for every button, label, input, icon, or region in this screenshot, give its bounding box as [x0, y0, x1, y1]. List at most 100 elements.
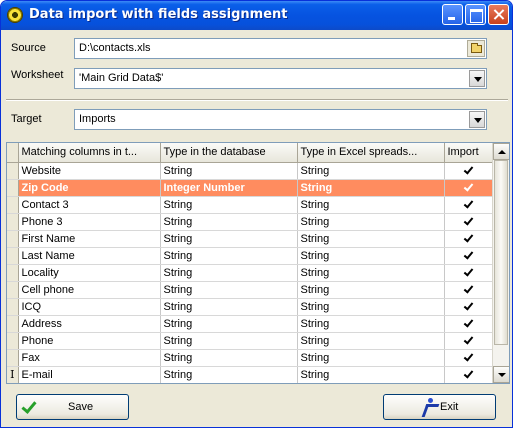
cell-excel-type[interactable]: String — [297, 264, 445, 282]
maximize-button[interactable] — [465, 4, 486, 25]
cell-import[interactable] — [444, 162, 493, 180]
cell-excel-type[interactable]: String — [297, 349, 445, 367]
cell-import[interactable] — [444, 332, 493, 350]
table-row[interactable]: Address String String — [7, 315, 493, 333]
import-checkbox-checked-icon[interactable] — [463, 216, 474, 227]
cell-excel-type[interactable]: String — [297, 230, 445, 248]
cell-matching-column[interactable]: First Name — [18, 230, 161, 248]
cell-matching-column[interactable]: Contact 3 — [18, 196, 161, 214]
table-row[interactable]: Fax String String — [7, 349, 493, 367]
table-row[interactable]: ICQ String String — [7, 298, 493, 316]
scroll-up-button[interactable] — [493, 143, 509, 160]
cell-db-type[interactable]: String — [160, 247, 298, 265]
cell-import[interactable] — [444, 196, 493, 214]
import-checkbox-checked-icon[interactable] — [463, 250, 474, 261]
table-row[interactable]: I E-mail String String — [7, 366, 493, 383]
cell-matching-column[interactable]: Last Name — [18, 247, 161, 265]
exit-button[interactable]: Exit — [383, 394, 496, 420]
column-header-import[interactable]: Import — [444, 143, 493, 163]
cell-matching-column[interactable]: Website — [18, 162, 161, 180]
cell-import[interactable] — [444, 349, 493, 367]
source-path-field[interactable]: D:\contacts.xls — [74, 38, 487, 59]
row-indicator[interactable] — [7, 264, 19, 282]
cell-excel-type[interactable]: String — [297, 162, 445, 180]
import-checkbox-checked-icon[interactable] — [463, 318, 474, 329]
table-row[interactable]: Cell phone String String — [7, 281, 493, 299]
cell-import[interactable] — [444, 179, 493, 197]
table-row[interactable]: Locality String String — [7, 264, 493, 282]
row-indicator[interactable] — [7, 315, 19, 333]
cell-import[interactable] — [444, 213, 493, 231]
cell-db-type[interactable]: String — [160, 281, 298, 299]
table-row[interactable]: Contact 3 String String — [7, 196, 493, 214]
import-checkbox-checked-icon[interactable] — [463, 284, 474, 295]
cell-import[interactable] — [444, 247, 493, 265]
cell-excel-type[interactable]: String — [297, 247, 445, 265]
browse-file-button[interactable] — [467, 40, 485, 57]
cell-db-type[interactable]: String — [160, 264, 298, 282]
row-indicator[interactable] — [7, 298, 19, 316]
cell-db-type[interactable]: String — [160, 162, 298, 180]
cell-matching-column[interactable]: ICQ — [18, 298, 161, 316]
table-row[interactable]: Phone String String — [7, 332, 493, 350]
row-indicator[interactable] — [7, 196, 19, 214]
worksheet-dropdown-icon[interactable] — [469, 70, 485, 87]
row-indicator[interactable]: I — [7, 366, 19, 383]
cell-db-type[interactable]: String — [160, 298, 298, 316]
target-select[interactable]: Imports — [74, 109, 487, 130]
import-checkbox-checked-icon[interactable] — [463, 352, 474, 363]
cell-excel-type[interactable]: String — [297, 281, 445, 299]
cell-excel-type[interactable]: String — [297, 332, 445, 350]
grid-vertical-scrollbar[interactable] — [492, 143, 509, 383]
cell-matching-column[interactable]: Fax — [18, 349, 161, 367]
cell-matching-column[interactable]: Locality — [18, 264, 161, 282]
cell-matching-column[interactable]: Cell phone — [18, 281, 161, 299]
cell-excel-type[interactable]: String — [297, 315, 445, 333]
cell-db-type[interactable]: String — [160, 349, 298, 367]
cell-db-type[interactable]: Integer Number — [160, 179, 298, 197]
row-indicator[interactable] — [7, 332, 19, 350]
cell-db-type[interactable]: String — [160, 196, 298, 214]
cell-db-type[interactable]: String — [160, 366, 298, 383]
row-indicator[interactable] — [7, 162, 19, 180]
column-header-excel-type[interactable]: Type in Excel spreads... — [297, 143, 445, 163]
cell-matching-column[interactable]: Address — [18, 315, 161, 333]
cell-matching-column[interactable]: Phone 3 — [18, 213, 161, 231]
row-indicator[interactable] — [7, 213, 19, 231]
worksheet-select[interactable]: 'Main Grid Data$' — [74, 68, 487, 89]
cell-matching-column[interactable]: Zip Code — [18, 179, 161, 197]
import-checkbox-checked-icon[interactable] — [463, 165, 474, 176]
import-checkbox-checked-icon[interactable] — [463, 199, 474, 210]
close-button[interactable] — [488, 4, 509, 25]
import-checkbox-checked-icon[interactable] — [463, 301, 474, 312]
cell-matching-column[interactable]: Phone — [18, 332, 161, 350]
cell-import[interactable] — [444, 315, 493, 333]
import-checkbox-checked-icon[interactable] — [463, 267, 474, 278]
table-row[interactable]: First Name String String — [7, 230, 493, 248]
import-checkbox-checked-icon[interactable] — [463, 233, 474, 244]
cell-excel-type[interactable]: String — [297, 196, 445, 214]
cell-excel-type[interactable]: String — [297, 366, 445, 383]
row-indicator[interactable] — [7, 179, 19, 197]
table-row[interactable]: Website String String — [7, 162, 493, 180]
cell-db-type[interactable]: String — [160, 230, 298, 248]
cell-import[interactable] — [444, 281, 493, 299]
scrollbar-thumb[interactable] — [494, 160, 508, 345]
import-checkbox-checked-icon[interactable] — [463, 335, 474, 346]
column-header-db-type[interactable]: Type in the database — [160, 143, 298, 163]
table-row[interactable]: Phone 3 String String — [7, 213, 493, 231]
cell-matching-column[interactable]: E-mail — [18, 366, 161, 383]
cell-excel-type[interactable]: String — [297, 179, 445, 197]
title-bar[interactable]: Data import with fields assignment — [1, 1, 512, 30]
cell-excel-type[interactable]: String — [297, 298, 445, 316]
row-indicator[interactable] — [7, 230, 19, 248]
row-indicator[interactable] — [7, 349, 19, 367]
save-button[interactable]: Save — [16, 394, 129, 420]
scroll-down-button[interactable] — [493, 366, 509, 383]
table-row[interactable]: Last Name String String — [7, 247, 493, 265]
row-indicator[interactable] — [7, 247, 19, 265]
column-header-matching[interactable]: Matching columns in t... — [18, 143, 161, 163]
row-indicator[interactable] — [7, 281, 19, 299]
cell-import[interactable] — [444, 230, 493, 248]
target-dropdown-icon[interactable] — [469, 111, 485, 128]
